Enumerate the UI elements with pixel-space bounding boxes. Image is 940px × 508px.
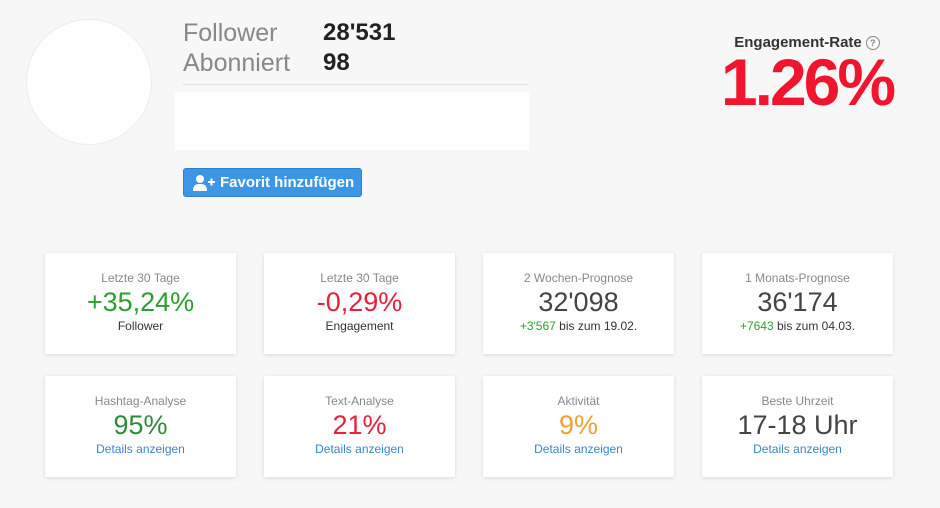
profile-stats: Follower 28'531 Abonniert 98 — [183, 18, 395, 78]
forecast-date: bis zum 04.03. — [773, 319, 856, 333]
follower-value: 28'531 — [323, 19, 396, 46]
card-follower-growth: Letzte 30 Tage +35,24% Follower — [45, 253, 236, 354]
card-text-analysis: Text-Analyse 21% Details anzeigen — [264, 376, 455, 477]
following-stat: Abonniert 98 — [183, 48, 395, 78]
card-sub: +7643 bis zum 04.03. — [702, 318, 893, 334]
following-label: Abonniert — [183, 48, 291, 77]
card-value: 36'174 — [757, 287, 838, 317]
card-label: Aktivität — [557, 394, 600, 408]
user-plus-icon — [193, 174, 215, 192]
forecast-delta: +7643 — [739, 319, 774, 333]
card-value: +35,24% — [86, 287, 195, 317]
card-activity: Aktivität 9% Details anzeigen — [483, 376, 674, 477]
engagement-rate: Engagement-Rate ? 1.26% — [712, 34, 902, 115]
card-sub: Follower — [117, 319, 164, 333]
following-value: 98 — [323, 49, 350, 76]
best-time-details-link[interactable]: Details anzeigen — [702, 441, 893, 457]
card-best-time: Beste Uhrzeit 17-18 Uhr Details anzeigen — [702, 376, 893, 477]
forecast-date: bis zum 19.02. — [555, 319, 638, 333]
card-value: 32'098 — [538, 287, 619, 317]
card-label: 1 Monats-Prognose — [745, 271, 850, 285]
activity-details-link[interactable]: Details anzeigen — [483, 441, 674, 457]
card-value: 9% — [558, 410, 599, 440]
card-hashtag-analysis: Hashtag-Analyse 95% Details anzeigen — [45, 376, 236, 477]
card-value: 95% — [113, 410, 168, 440]
follower-label: Follower — [183, 18, 278, 47]
card-label: Beste Uhrzeit — [761, 394, 834, 408]
engagement-rate-value: 1.26% — [720, 45, 896, 119]
forecast-delta: +3'567 — [519, 319, 556, 333]
card-label: 2 Wochen-Prognose — [523, 271, 634, 285]
hashtag-details-link[interactable]: Details anzeigen — [45, 441, 236, 457]
card-value: -0,29% — [316, 287, 403, 317]
add-favorite-button[interactable]: Favorit hinzufügen — [183, 168, 362, 197]
stats-divider — [183, 84, 528, 85]
card-sub: Engagement — [325, 319, 394, 333]
card-sub: +3'567 bis zum 19.02. — [483, 318, 674, 334]
card-engagement-change: Letzte 30 Tage -0,29% Engagement — [264, 253, 455, 354]
profile-bio-area — [175, 92, 529, 150]
card-label: Letzte 30 Tage — [320, 271, 399, 285]
card-one-month-forecast: 1 Monats-Prognose 36'174 +7643 bis zum 0… — [702, 253, 893, 354]
card-label: Letzte 30 Tage — [101, 271, 180, 285]
add-favorite-label: Favorit hinzufügen — [220, 174, 355, 191]
text-details-link[interactable]: Details anzeigen — [264, 441, 455, 457]
follower-stat: Follower 28'531 — [183, 18, 395, 48]
card-label: Text-Analyse — [325, 394, 394, 408]
card-value: 21% — [332, 410, 387, 440]
card-label: Hashtag-Analyse — [94, 394, 187, 408]
profile-avatar — [26, 19, 152, 145]
card-value: 17-18 Uhr — [737, 410, 858, 440]
card-two-week-forecast: 2 Wochen-Prognose 32'098 +3'567 bis zum … — [483, 253, 674, 354]
